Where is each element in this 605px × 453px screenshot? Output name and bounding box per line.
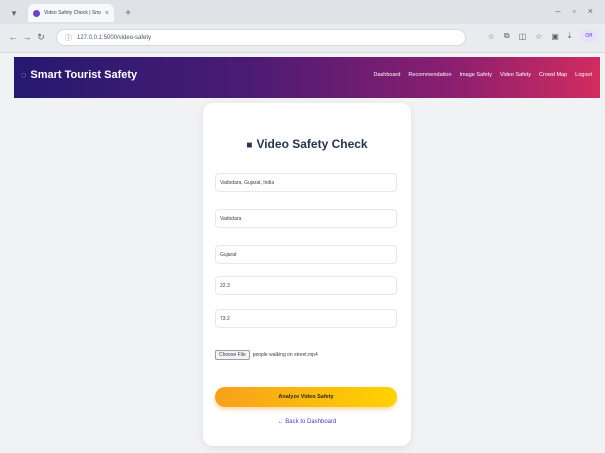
analyze-video-button[interactable]: Analyze Video Safety [215,387,397,407]
extensions-icon[interactable]: ⧉ [504,31,510,41]
state-value: Gujarat [220,251,237,258]
minimize-icon[interactable]: – [556,6,561,16]
reload-icon[interactable]: ↻ [34,30,48,44]
back-icon[interactable]: ← [6,30,20,44]
nav-image-safety[interactable]: Image Safety [460,72,492,78]
latitude-value: 22.3 [220,282,230,289]
brand-name: Smart Tourist Safety [30,69,138,81]
page-title: ■ Video Safety Check [203,137,411,151]
profile-avatar[interactable]: Off [580,30,597,42]
brand[interactable]: ◌ Smart Tourist Safety [21,69,137,81]
longitude-value: 73.2 [220,315,230,322]
app-navbar: ◌ Smart Tourist Safety Dashboard Recomme… [14,57,600,98]
forward-icon[interactable]: → [20,30,34,44]
tab-menu-icon[interactable]: ▾ [7,6,21,20]
address-bar[interactable]: ⓘ 127.0.0.1:5000/video-safety [56,29,466,46]
latitude-field[interactable]: 22.3 [215,276,397,295]
downloads-icon[interactable]: ⤓ [568,31,572,41]
new-tab-button[interactable]: + [121,6,135,20]
window-controls: – ▫ × [556,6,593,16]
collections-icon[interactable]: ▣ [551,32,559,41]
tab-title: Video Safety Check | Smart Tourist Safet… [44,10,101,16]
selected-file-name: people walking on street.mp4 [252,351,318,358]
city-value: Vadodara [220,215,242,222]
location-field[interactable]: Vadodara, Gujarat, India [215,173,397,192]
nav-dashboard[interactable]: Dashboard [374,72,401,78]
video-camera-icon: ■ [246,140,253,151]
browser-tab[interactable]: Video Safety Check | Smart Tourist Safet… [28,4,114,22]
tab-bar: ▾ Video Safety Check | Smart Tourist Saf… [0,0,605,24]
bookmark-star-icon[interactable]: ☆ [488,32,495,41]
address-row: ← → ↻ ⓘ 127.0.0.1:5000/video-safety ☆ ⧉ … [0,26,605,50]
nav-crowd-map[interactable]: Crowd Map [539,72,567,78]
split-view-icon[interactable]: ◫ [519,32,527,41]
city-field[interactable]: Vadodara [215,209,397,228]
nav-recommendation[interactable]: Recommendation [408,72,451,78]
plus-icon: + [125,7,131,19]
site-info-icon[interactable]: ⓘ [65,33,72,43]
choose-file-button[interactable]: Choose File [215,349,250,360]
video-safety-card: ■ Video Safety Check Vadodara, Gujarat, I… [203,103,411,446]
location-value: Vadodara, Gujarat, India [220,179,275,186]
video-file-input[interactable]: Choose File people walking on street.mp4 [215,345,397,364]
close-window-icon[interactable]: × [588,6,593,16]
favicon-icon [33,9,40,17]
browser-chrome: ▾ Video Safety Check | Smart Tourist Saf… [0,0,605,53]
back-to-dashboard-link[interactable]: ← Back to Dashboard [203,419,411,425]
page-title-text: Video Safety Check [256,137,368,151]
close-tab-icon[interactable]: × [105,10,109,17]
maximize-icon[interactable]: ▫ [573,6,576,16]
toolbar-buttons: ☆ ⧉ ◫ ☆ ▣ ⤓ Off [488,30,597,42]
longitude-field[interactable]: 73.2 [215,309,397,328]
analyze-button-label: Analyze Video Safety [278,394,334,400]
nav-logout[interactable]: Logout [575,72,592,78]
nav-links: Dashboard Recommendation Image Safety Vi… [374,72,593,78]
favorites-icon[interactable]: ☆ [535,32,542,41]
state-field[interactable]: Gujarat [215,245,397,264]
nav-video-safety[interactable]: Video Safety [500,72,531,78]
globe-icon: ◌ [21,70,27,80]
url-text: 127.0.0.1:5000/video-safety [77,34,152,41]
